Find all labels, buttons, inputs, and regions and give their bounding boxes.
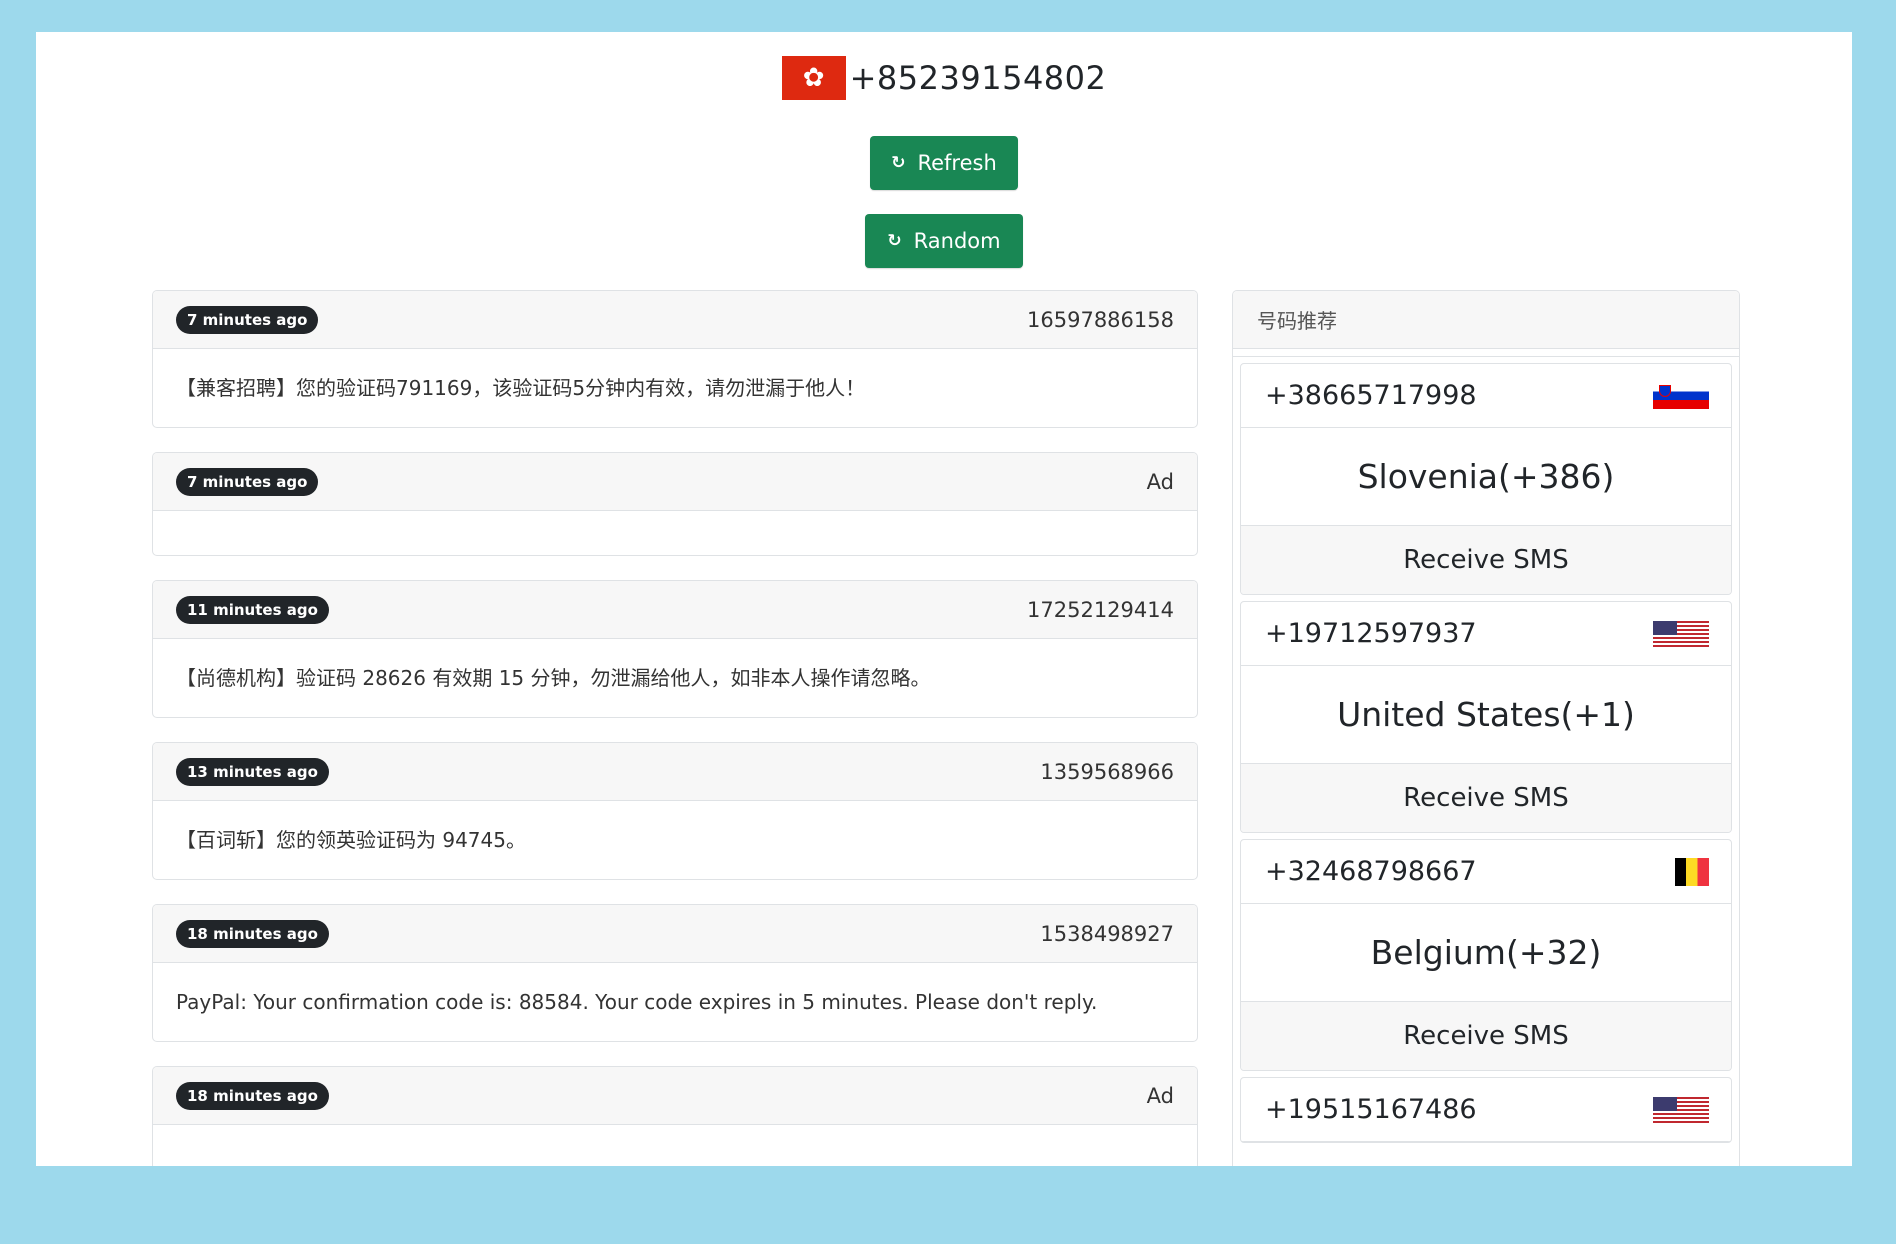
page-title: +85239154802 (849, 59, 1107, 97)
belgium-flag-icon (1675, 857, 1709, 886)
message-sender: 1538498927 (1040, 921, 1174, 946)
page: ✿ +85239154802 ↻ Refresh ↻ Random 7 minu… (36, 32, 1852, 1166)
number-row[interactable]: +19515167486 (1241, 1078, 1731, 1142)
phone-number[interactable]: +19515167486 (1265, 1094, 1477, 1125)
number-row[interactable]: +19712597937 (1241, 602, 1731, 666)
message-sender: 1359568966 (1040, 759, 1174, 784)
slovenia-flag-icon (1653, 382, 1709, 409)
message-list: 7 minutes ago 16597886158 【兼客招聘】您的验证码791… (152, 290, 1198, 1166)
message-text: PayPal: Your confirmation code is: 88584… (176, 990, 1098, 1014)
time-badge: 13 minutes ago (176, 757, 329, 786)
phone-number[interactable]: +32468798667 (1265, 856, 1477, 887)
message-card: 18 minutes ago 1538498927 PayPal: Your c… (152, 904, 1198, 1042)
time-badge: 7 minutes ago (176, 467, 319, 496)
phone-number[interactable]: +38665717998 (1265, 380, 1477, 411)
sidebar-title: 号码推荐 (1233, 291, 1739, 349)
receive-sms-button[interactable]: Receive SMS (1241, 1002, 1731, 1070)
message-card: 11 minutes ago 17252129414 【尚德机构】验证码 286… (152, 580, 1198, 718)
message-sender: Ad (1146, 1083, 1174, 1108)
message-text: 【百词斩】您的领英验证码为 94745。 (176, 828, 526, 852)
message-sender: 16597886158 (1027, 307, 1174, 332)
random-icon: ↻ (887, 231, 902, 251)
number-card[interactable]: +38665717998 Slovenia(+386) Receive SMS (1240, 363, 1732, 595)
number-card[interactable]: +19515167486 (1240, 1077, 1732, 1143)
message-header: 7 minutes ago 16597886158 (153, 291, 1197, 349)
phone-number[interactable]: +19712597937 (1265, 618, 1477, 649)
number-card[interactable]: +32468798667 Belgium(+32) Receive SMS (1240, 839, 1732, 1071)
number-row[interactable]: +38665717998 (1241, 364, 1731, 428)
message-header: 11 minutes ago 17252129414 (153, 581, 1197, 639)
time-badge: 18 minutes ago (176, 919, 329, 948)
message-card: 7 minutes ago 16597886158 【兼客招聘】您的验证码791… (152, 290, 1198, 428)
header: ✿ +85239154802 (36, 56, 1852, 100)
refresh-button-label: Refresh (917, 151, 997, 175)
message-header: 18 minutes ago Ad (153, 1067, 1197, 1125)
message-sender: Ad (1146, 469, 1174, 494)
united-states-flag-icon (1653, 1096, 1709, 1123)
hong-kong-flag-icon: ✿ (781, 56, 846, 100)
refresh-icon: ↻ (891, 153, 906, 173)
time-badge: 7 minutes ago (176, 305, 319, 334)
time-badge: 18 minutes ago (176, 1081, 329, 1110)
united-states-flag-icon (1653, 620, 1709, 647)
message-header: 18 minutes ago 1538498927 (153, 905, 1197, 963)
message-header: 7 minutes ago Ad (153, 453, 1197, 511)
recommended-numbers-panel: 号码推荐 +38665717998 Slovenia(+386) Receive… (1232, 290, 1740, 1166)
message-sender: 17252129414 (1027, 597, 1174, 622)
random-button-label: Random (913, 229, 1001, 253)
time-badge: 11 minutes ago (176, 595, 329, 624)
message-header: 13 minutes ago 1359568966 (153, 743, 1197, 801)
divider (1233, 349, 1739, 357)
number-row[interactable]: +32468798667 (1241, 840, 1731, 904)
country-name: United States(+1) (1241, 666, 1731, 764)
refresh-button[interactable]: ↻ Refresh (870, 136, 1018, 190)
ad-body (153, 511, 1197, 555)
country-name: Slovenia(+386) (1241, 428, 1731, 526)
message-text: 【兼客招聘】您的验证码791169，该验证码5分钟内有效，请勿泄漏于他人！ (176, 376, 866, 400)
message-text: 【尚德机构】验证码 28626 有效期 15 分钟，勿泄漏给他人，如非本人操作请… (176, 666, 931, 690)
random-button[interactable]: ↻ Random (865, 214, 1023, 268)
message-card: 13 minutes ago 1359568966 【百词斩】您的领英验证码为 … (152, 742, 1198, 880)
ad-card: 18 minutes ago Ad (152, 1066, 1198, 1166)
ad-body (153, 1125, 1197, 1166)
number-card[interactable]: +19712597937 United States(+1) Receive S… (1240, 601, 1732, 833)
receive-sms-button[interactable]: Receive SMS (1241, 764, 1731, 832)
country-name: Belgium(+32) (1241, 904, 1731, 1002)
ad-card: 7 minutes ago Ad (152, 452, 1198, 556)
receive-sms-button[interactable]: Receive SMS (1241, 526, 1731, 594)
